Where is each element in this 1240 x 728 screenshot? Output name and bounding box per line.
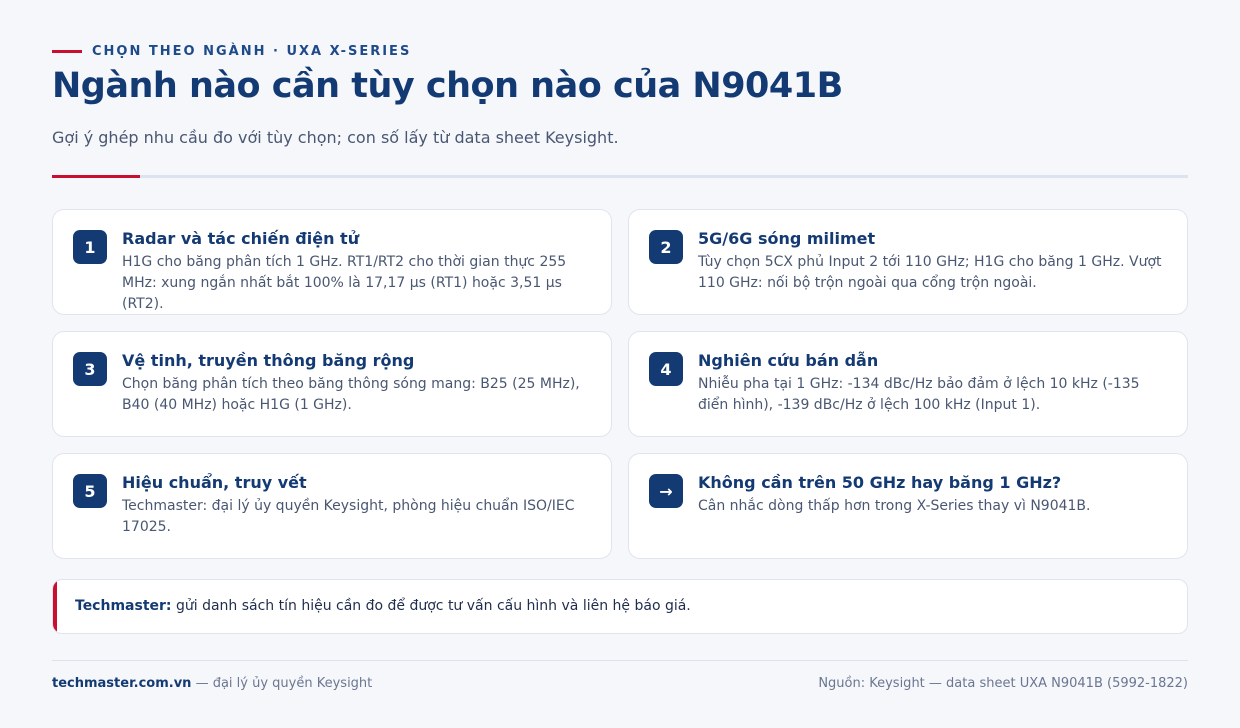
industry-card-satellite: 3 Vệ tinh, truyền thông băng rộng Chọn b… [52, 331, 612, 437]
industry-card-calibration: 5 Hiệu chuẩn, truy vết Techmaster: đại l… [52, 453, 612, 559]
page-subtitle: Gợi ý ghép nhu cầu đo với tùy chọn; con … [52, 128, 619, 147]
card-title: Nghiên cứu bán dẫn [698, 351, 879, 370]
footer-source: Nguồn: Keysight — data sheet UXA N9041B … [818, 676, 1188, 691]
header-divider-accent [52, 175, 140, 178]
card-text: Techmaster: đại lý ủy quyền Keysight, ph… [122, 498, 575, 535]
footer-tagline: — đại lý ủy quyền Keysight [191, 676, 373, 691]
eyebrow-text: CHỌN THEO NGÀNH · UXA X-SERIES [92, 44, 412, 59]
card-title: Radar và tác chiến điện tử [122, 229, 360, 248]
header-divider [52, 175, 1188, 178]
card-number-badge: 1 [73, 230, 107, 264]
callout-brand: Techmaster: [75, 598, 172, 614]
page: CHỌN THEO NGÀNH · UXA X-SERIES Ngành nào… [52, 0, 1188, 728]
card-text: Tùy chọn 5CX phủ Input 2 tới 110 GHz; H1… [698, 254, 1162, 291]
callout-message: gửi danh sách tín hiệu cần đo để được tư… [171, 598, 691, 614]
card-title: Vệ tinh, truyền thông băng rộng [122, 351, 415, 370]
eyebrow: CHỌN THEO NGÀNH · UXA X-SERIES [52, 44, 411, 59]
industry-card-5g-6g: 2 5G/6G sóng milimet Tùy chọn 5CX phủ In… [628, 209, 1188, 315]
card-number-badge: 3 [73, 352, 107, 386]
card-text: H1G cho băng phân tích 1 GHz. RT1/RT2 ch… [122, 254, 567, 312]
eyebrow-accent-bar [52, 50, 82, 53]
callout-accent-edge [53, 580, 57, 633]
industry-card-alternative: → Không cần trên 50 GHz hay băng 1 GHz? … [628, 453, 1188, 559]
card-title: Hiệu chuẩn, truy vết [122, 473, 307, 492]
footer-divider [52, 660, 1188, 661]
arrow-right-icon: → [649, 474, 683, 508]
industry-card-radar: 1 Radar và tác chiến điện tử H1G cho băn… [52, 209, 612, 315]
footer-site-link[interactable]: techmaster.com.vn [52, 676, 191, 691]
contact-callout: Techmaster: gửi danh sách tín hiệu cần đ… [52, 579, 1188, 634]
industry-grid: 1 Radar và tác chiến điện tử H1G cho băn… [52, 209, 1188, 559]
card-text: Cân nhắc dòng thấp hơn trong X-Series th… [698, 498, 1091, 514]
card-number-badge: 5 [73, 474, 107, 508]
card-text: Nhiễu pha tại 1 GHz: -134 dBc/Hz bảo đảm… [698, 376, 1140, 413]
footer-brand: techmaster.com.vn — đại lý ủy quyền Keys… [52, 676, 372, 691]
page-title: Ngành nào cần tùy chọn nào của N9041B [52, 66, 843, 106]
card-title: 5G/6G sóng milimet [698, 229, 876, 248]
callout-text: Techmaster: gửi danh sách tín hiệu cần đ… [75, 598, 691, 614]
card-number-badge: 4 [649, 352, 683, 386]
card-text: Chọn băng phân tích theo băng thông sóng… [122, 376, 580, 413]
industry-card-semiconductor: 4 Nghiên cứu bán dẫn Nhiễu pha tại 1 GHz… [628, 331, 1188, 437]
card-title: Không cần trên 50 GHz hay băng 1 GHz? [698, 473, 1062, 492]
card-number-badge: 2 [649, 230, 683, 264]
